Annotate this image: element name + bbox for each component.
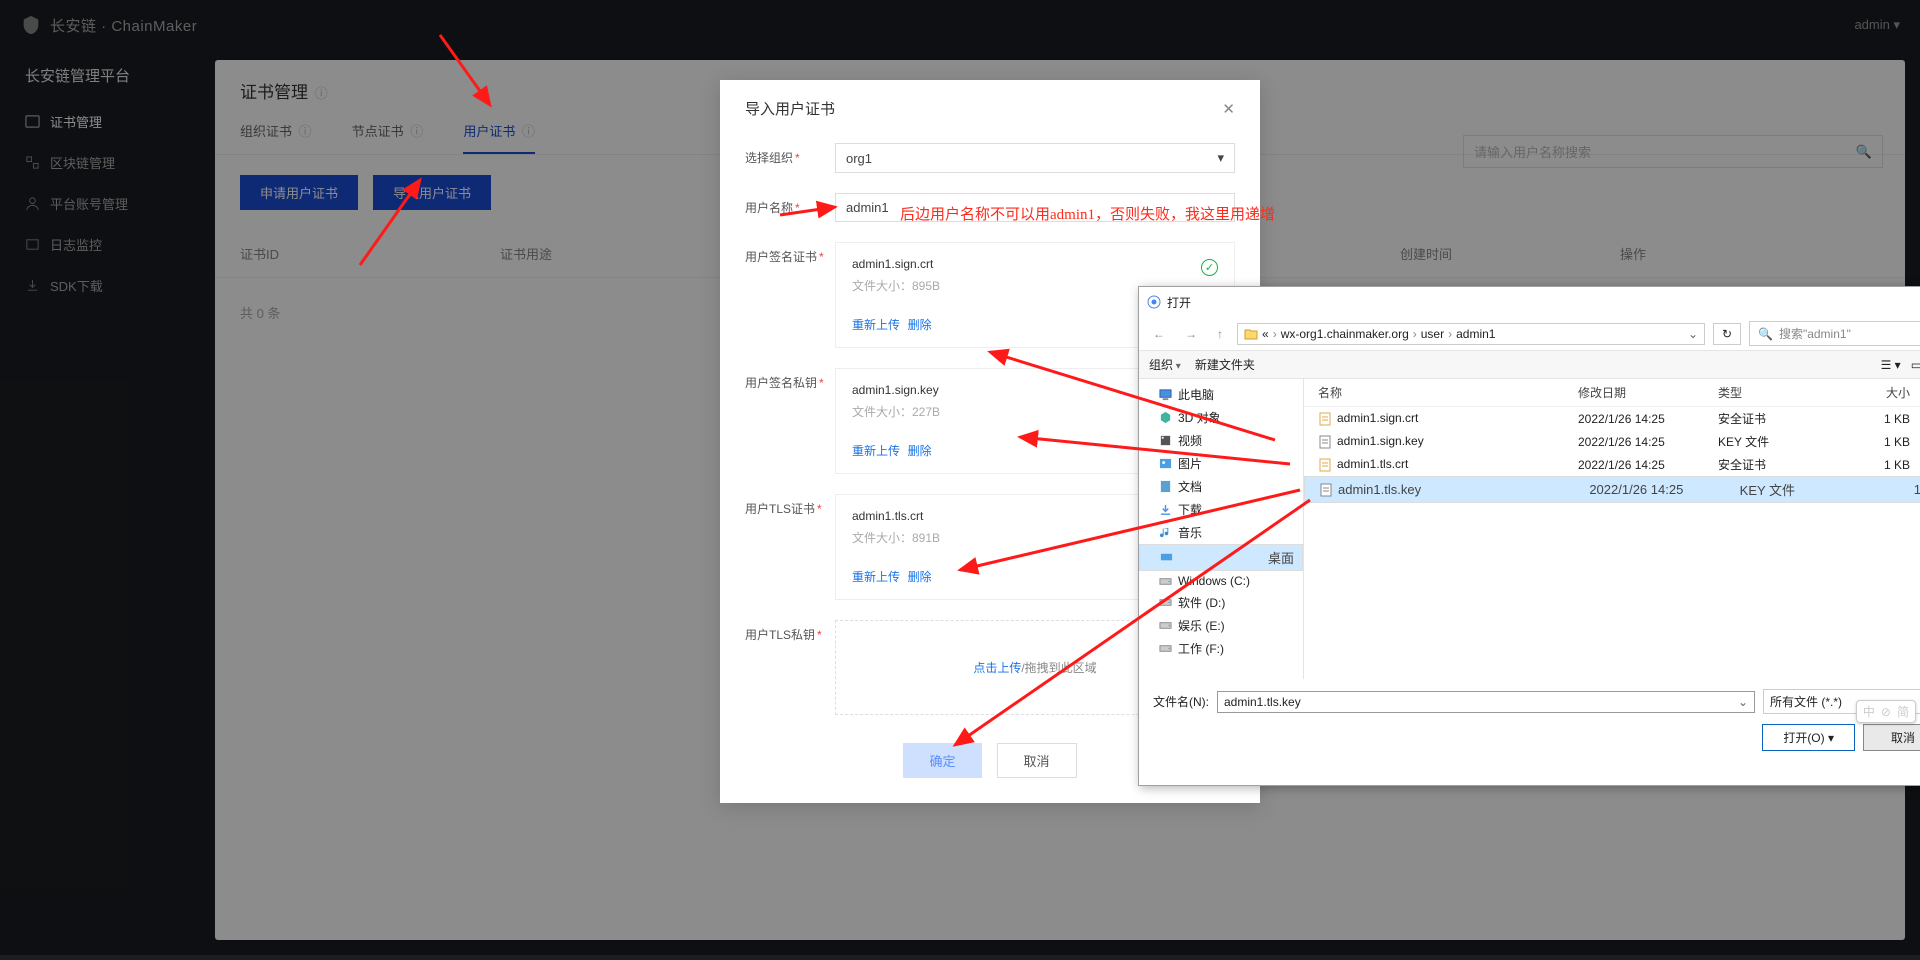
tree-item[interactable]: 下载: [1139, 498, 1303, 521]
ime-indicator: 中⊘简: [1856, 700, 1916, 723]
forward-icon[interactable]: →: [1179, 324, 1203, 344]
tree-item[interactable]: Windows (C:): [1139, 571, 1303, 591]
dialog-title: 打开: [1147, 294, 1191, 311]
annotation: 后边用户名称不可以用admin1，否则失败，我这里用递增: [900, 203, 1275, 224]
cancel-button[interactable]: 取消: [997, 743, 1077, 778]
tree-item[interactable]: 工作 (F:): [1139, 637, 1303, 660]
tree-item[interactable]: 文档: [1139, 475, 1303, 498]
open-button[interactable]: 打开(O) ▾: [1762, 724, 1855, 751]
tree-item[interactable]: 视频: [1139, 429, 1303, 452]
check-icon: ✓: [1201, 259, 1218, 276]
file-row[interactable]: admin1.sign.key2022/1/26 14:25KEY 文件1 KB: [1304, 430, 1920, 453]
file-dialog: 打开 ✕ ← → ↑ «› wx-org1.chainmaker.org› us…: [1138, 286, 1920, 786]
path-bar[interactable]: «› wx-org1.chainmaker.org› user› admin1 …: [1237, 323, 1705, 345]
back-icon[interactable]: ←: [1147, 324, 1171, 344]
file-list[interactable]: 名称 修改日期 类型 大小 admin1.sign.crt2022/1/26 1…: [1304, 379, 1920, 679]
tree-item[interactable]: 软件 (D:): [1139, 591, 1303, 614]
modal-title: 导入用户证书: [745, 98, 835, 119]
file-row[interactable]: admin1.tls.crt2022/1/26 14:25安全证书1 KB: [1304, 453, 1920, 476]
refresh-icon[interactable]: ↻: [1713, 323, 1741, 345]
file-row[interactable]: admin1.tls.key2022/1/26 14:25KEY 文件1 KB: [1304, 476, 1920, 503]
new-folder[interactable]: 新建文件夹: [1195, 356, 1255, 373]
organize-menu[interactable]: 组织: [1149, 356, 1181, 373]
dialog-search[interactable]: 🔍搜索"admin1": [1749, 321, 1920, 346]
delete-link[interactable]: 删除: [908, 318, 932, 332]
file-row[interactable]: admin1.sign.crt2022/1/26 14:25安全证书1 KB: [1304, 407, 1920, 430]
dialog-cancel-button[interactable]: 取消: [1863, 724, 1920, 751]
tree-item[interactable]: 音乐: [1139, 521, 1303, 544]
tree-item[interactable]: 桌面: [1139, 544, 1303, 571]
tree-item[interactable]: 此电脑: [1139, 383, 1303, 406]
sign-crt-file: admin1.sign.crt: [852, 257, 1191, 271]
filename-input[interactable]: admin1.tls.key⌄: [1217, 691, 1755, 713]
delete-link[interactable]: 删除: [908, 444, 932, 458]
reupload-link[interactable]: 重新上传: [852, 318, 900, 332]
tree-item[interactable]: 娱乐 (E:): [1139, 614, 1303, 637]
folder-tree[interactable]: 此电脑3D 对象视频图片文档下载音乐桌面Windows (C:)软件 (D:)娱…: [1139, 379, 1304, 679]
ok-button[interactable]: 确定: [903, 743, 981, 778]
reupload-link[interactable]: 重新上传: [852, 444, 900, 458]
org-select[interactable]: org1▾: [835, 143, 1235, 173]
delete-link[interactable]: 删除: [908, 570, 932, 584]
up-icon[interactable]: ↑: [1211, 324, 1229, 344]
tree-item[interactable]: 图片: [1139, 452, 1303, 475]
close-icon[interactable]: ✕: [1222, 100, 1235, 118]
view-icon[interactable]: ☰ ▾: [1881, 358, 1901, 372]
tree-item[interactable]: 3D 对象: [1139, 406, 1303, 429]
reupload-link[interactable]: 重新上传: [852, 570, 900, 584]
preview-icon[interactable]: ▭: [1911, 358, 1920, 372]
